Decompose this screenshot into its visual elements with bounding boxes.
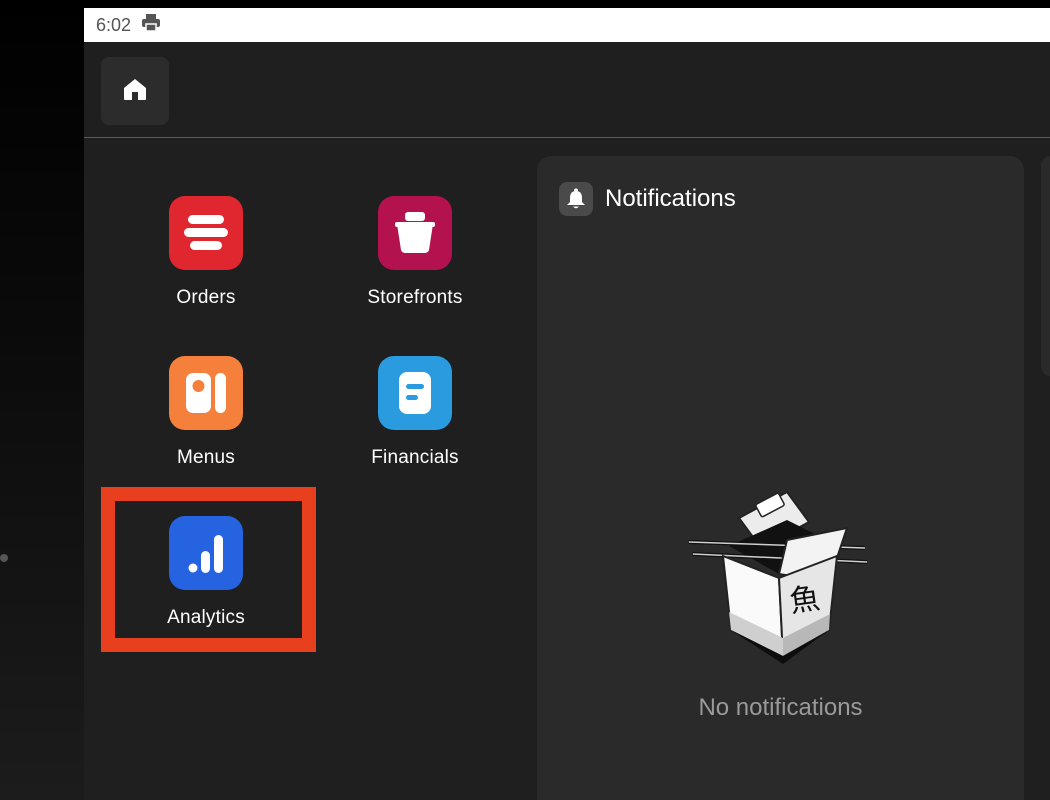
tile-label: Financials — [371, 447, 459, 468]
storefronts-icon — [378, 196, 452, 270]
notifications-header: Notifications — [559, 182, 736, 216]
top-edge — [84, 0, 1050, 8]
tile-financials[interactable]: Financials — [340, 356, 490, 476]
secondary-panel — [1041, 156, 1050, 376]
status-bar: 6:02 — [84, 8, 1050, 42]
notifications-panel: Notifications 魚 No notifications — [537, 156, 1024, 800]
tile-label: Storefronts — [367, 287, 463, 308]
tile-label: Orders — [176, 287, 236, 308]
home-button[interactable] — [101, 57, 169, 125]
box-glyph: 魚 — [788, 581, 823, 620]
no-notifications-text: No notifications — [698, 694, 863, 721]
takeout-box-illustration: 魚 — [687, 486, 877, 676]
bezel-dot — [0, 554, 8, 562]
app-screen: Orders Storefronts Menus Financials Anal… — [84, 42, 1050, 800]
menus-icon — [169, 356, 243, 430]
analytics-highlight-box — [101, 487, 316, 652]
top-header — [84, 42, 1050, 138]
tile-menus[interactable]: Menus — [131, 356, 281, 476]
bell-icon — [559, 182, 593, 216]
notifications-title: Notifications — [605, 185, 736, 212]
tile-orders[interactable]: Orders — [131, 196, 281, 316]
printer-icon — [141, 13, 161, 37]
financials-icon — [378, 356, 452, 430]
tile-storefronts[interactable]: Storefronts — [340, 196, 490, 316]
home-icon — [122, 77, 148, 106]
device-bezel — [0, 0, 84, 800]
tile-label: Menus — [176, 447, 236, 468]
status-time: 6:02 — [96, 14, 132, 35]
orders-icon — [169, 196, 243, 270]
